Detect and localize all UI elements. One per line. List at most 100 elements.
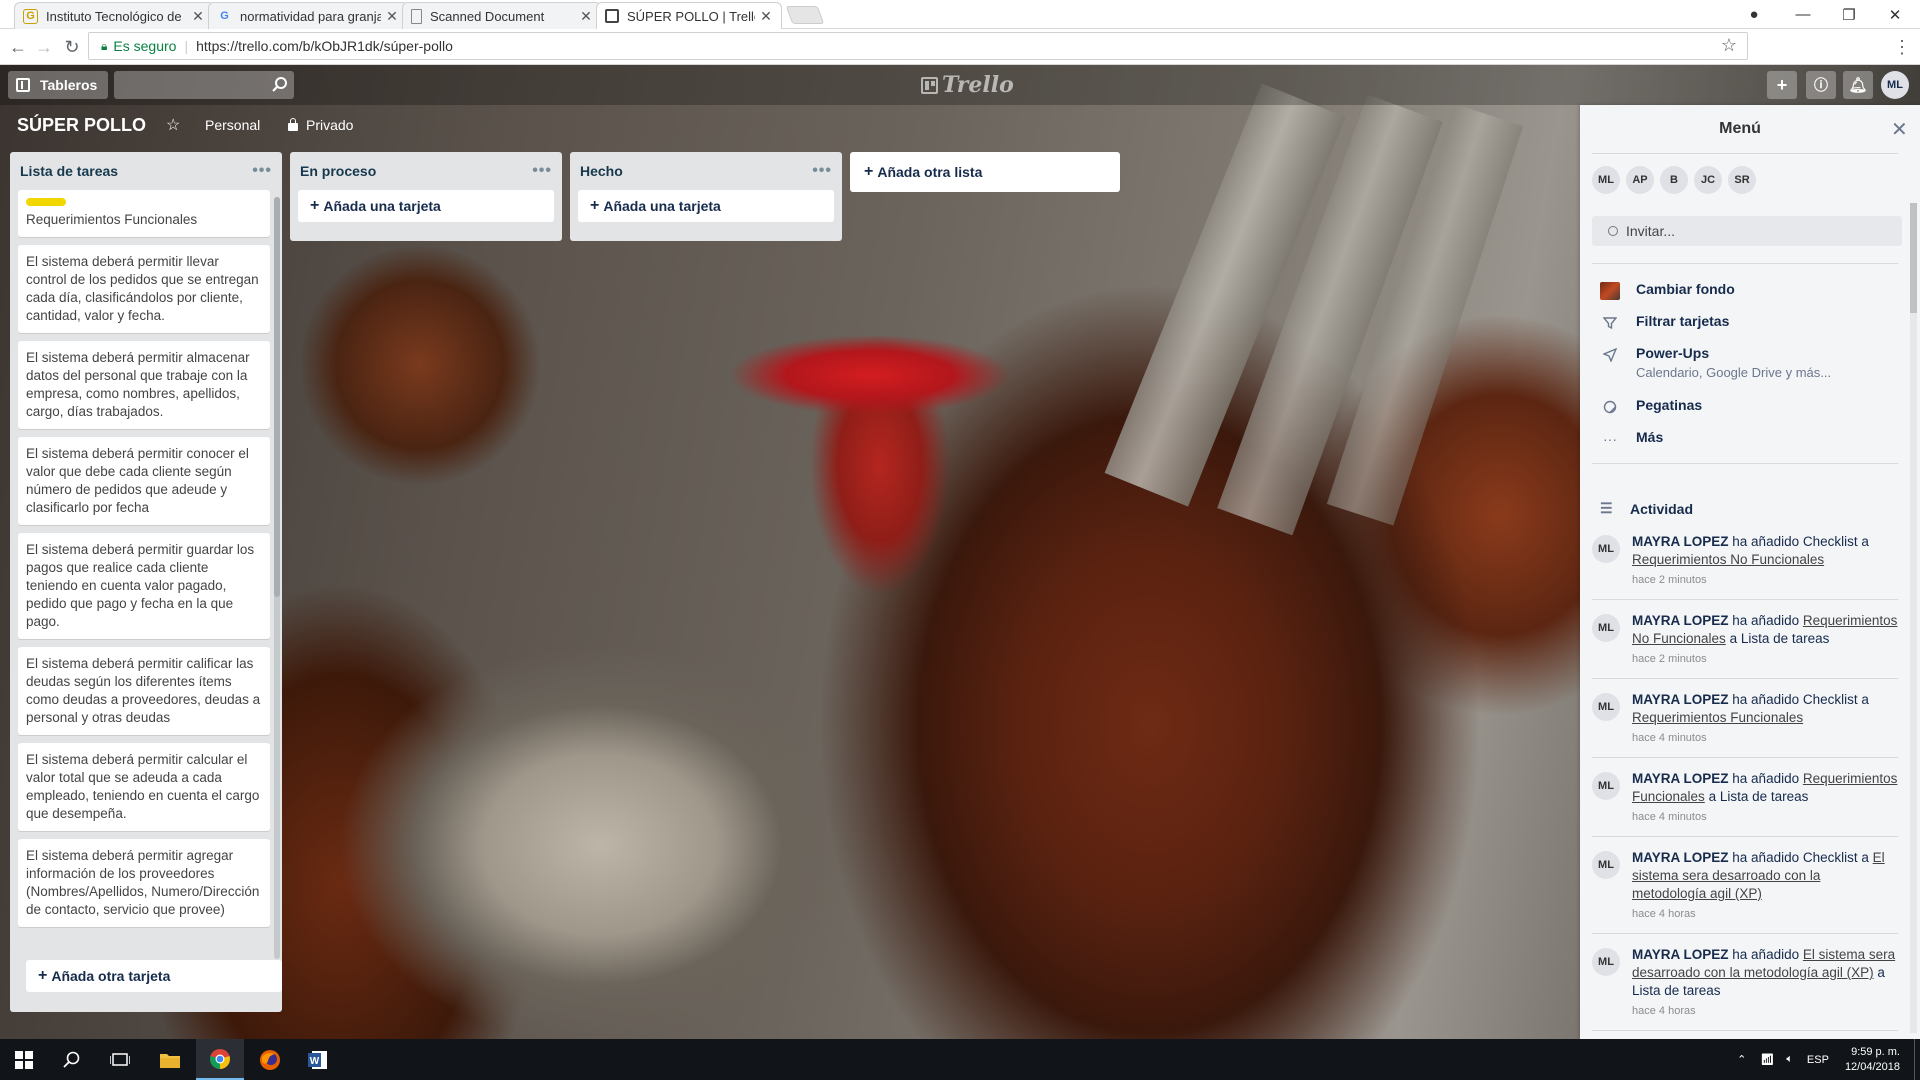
activity-item: ML MAYRA LOPEZ ha añadido Checklist a El… [1592,849,1898,934]
list-menu-icon[interactable]: ••• [532,162,552,180]
url-field[interactable]: 🔒︎ Es seguro | https://trello.com/b/kObJ… [88,32,1748,60]
menu-scrollbar[interactable] [1910,203,1917,1033]
list-header[interactable]: Lista de tareas ••• [10,152,282,190]
avatar[interactable]: ML [1592,772,1620,800]
card[interactable]: Requerimientos Funcionales [18,190,270,237]
show-desktop-button[interactable] [1914,1039,1920,1080]
plus-icon: + [38,967,48,984]
list-title[interactable]: En proceso [300,163,532,179]
avatar[interactable]: ML [1592,693,1620,721]
menu-item-power-ups[interactable]: Power-Ups Calendario, Google Drive y más… [1600,345,1831,380]
activity-icon: ☰ [1600,500,1613,516]
close-tab-icon[interactable]: ✕ [759,8,773,25]
background-thumbnail-icon [1600,281,1620,301]
notifications-bell-icon[interactable]: 🔔︎ [1843,71,1873,99]
list-title[interactable]: Lista de tareas [20,163,252,179]
menu-title: Menú [1719,120,1761,137]
search-input[interactable] [114,71,294,99]
chrome-icon[interactable] [196,1039,244,1080]
user-avatar[interactable]: ML [1881,71,1909,99]
card-container: Requerimientos Funcionales El sistema de… [18,190,270,956]
invite-button[interactable]: Invitar... [1592,216,1902,246]
trello-board-background: Tableros Trello + ⓘ 🔔︎ ML SÚPER POLLO ☆ … [0,65,1920,1039]
member-avatar[interactable]: SR [1728,166,1756,194]
scrollbar-thumb[interactable] [1910,203,1917,313]
browser-tab[interactable]: Scanned Document ✕ [402,2,602,29]
info-icon[interactable]: ⓘ [1806,71,1836,99]
profile-icon[interactable]: ● [1731,0,1777,29]
team-button[interactable]: Personal [205,117,260,133]
menu-item-stickers[interactable]: Pegatinas [1600,397,1702,417]
minimize-window-button[interactable]: — [1780,0,1826,29]
close-icon[interactable]: ✕ [1891,117,1908,142]
file-explorer-icon[interactable] [146,1039,194,1080]
avatar[interactable]: ML [1592,851,1620,879]
browser-tab[interactable]: G normatividad para granja ✕ [208,2,408,29]
add-card-button[interactable]: + Añada una tarjeta [578,190,834,222]
sticker-icon [1600,397,1620,417]
forward-arrow-icon[interactable]: → [32,35,56,59]
chrome-menu-icon[interactable]: ⋮ [1890,35,1914,59]
windows-taskbar: W ⌃ 📶︎ 🔈︎ ESP 9:59 p. m. 12/04/2018 [0,1039,1920,1080]
scrollbar-thumb[interactable] [274,197,280,597]
browser-tab-active[interactable]: SÚPER POLLO | Trello ✕ [596,2,782,29]
firefox-icon[interactable] [246,1039,294,1080]
board-title[interactable]: SÚPER POLLO [17,115,146,136]
card[interactable]: El sistema deberá permitir almacenar dat… [18,341,270,429]
avatar[interactable]: ML [1592,614,1620,642]
list-menu-icon[interactable]: ••• [812,162,832,180]
add-another-card-button[interactable]: + Añada otra tarjeta [26,960,282,992]
card[interactable]: El sistema deberá permitir guardar los p… [18,533,270,639]
close-tab-icon[interactable]: ✕ [579,8,593,25]
search-icon[interactable] [48,1039,96,1080]
list-header[interactable]: Hecho ••• [570,152,842,190]
menu-item-more[interactable]: ··· Más [1600,429,1663,449]
avatar[interactable]: ML [1592,535,1620,563]
card[interactable]: El sistema deberá permitir calificar las… [18,647,270,735]
visibility-button[interactable]: Privado [288,117,353,133]
card[interactable]: El sistema deberá permitir llevar contro… [18,245,270,333]
network-icon[interactable]: 📶︎ [1760,1053,1774,1066]
card-link[interactable]: Requerimientos Funcionales [1632,710,1803,725]
chevron-up-icon[interactable]: ⌃ [1737,1053,1746,1066]
language-indicator[interactable]: ESP [1807,1054,1829,1066]
plus-icon: + [590,197,600,214]
task-view-icon[interactable] [96,1039,144,1080]
browser-tab[interactable]: G Instituto Tecnológico de ✕ [14,2,214,29]
boards-icon [16,78,30,92]
list-title[interactable]: Hecho [580,163,812,179]
menu-item-change-background[interactable]: Cambiar fondo [1600,281,1735,301]
close-window-button[interactable]: ✕ [1872,0,1918,29]
reload-icon[interactable]: ↻ [60,35,84,59]
avatar[interactable]: ML [1592,948,1620,976]
bookmark-star-icon[interactable]: ☆ [1721,35,1737,56]
new-tab-button[interactable] [785,6,825,24]
card[interactable]: El sistema deberá permitir conocer el va… [18,437,270,525]
member-avatar[interactable]: AP [1626,166,1654,194]
restore-window-button[interactable]: ❐ [1826,0,1872,29]
card[interactable]: El sistema deberá permitir agregar infor… [18,839,270,927]
member-avatar[interactable]: ML [1592,166,1620,194]
divider: | [184,38,189,54]
card-link[interactable]: Requerimientos No Funcionales [1632,552,1824,567]
clock[interactable]: 9:59 p. m. 12/04/2018 [1845,1045,1900,1075]
card[interactable]: El sistema deberá permitir calcular el v… [18,743,270,831]
list-header[interactable]: En proceso ••• [290,152,562,190]
add-card-button[interactable]: + Añada una tarjeta [298,190,554,222]
trello-logo[interactable]: Trello [921,72,1014,98]
add-button[interactable]: + [1767,71,1797,99]
member-avatar[interactable]: JC [1694,166,1722,194]
close-tab-icon[interactable]: ✕ [385,8,399,25]
windows-start-icon[interactable] [0,1039,48,1080]
star-board-icon[interactable]: ☆ [166,115,180,135]
list-scrollbar[interactable] [274,197,280,959]
close-tab-icon[interactable]: ✕ [191,8,205,25]
menu-item-filter-cards[interactable]: Filtrar tarjetas [1600,313,1729,333]
word-icon[interactable]: W [294,1039,342,1080]
add-another-list-button[interactable]: + Añada otra lista [850,152,1120,192]
volume-icon[interactable]: 🔈︎ [1786,1053,1793,1066]
back-arrow-icon[interactable]: ← [6,35,30,59]
member-avatar[interactable]: B [1660,166,1688,194]
boards-button[interactable]: Tableros [8,71,108,99]
list-menu-icon[interactable]: ••• [252,162,272,180]
